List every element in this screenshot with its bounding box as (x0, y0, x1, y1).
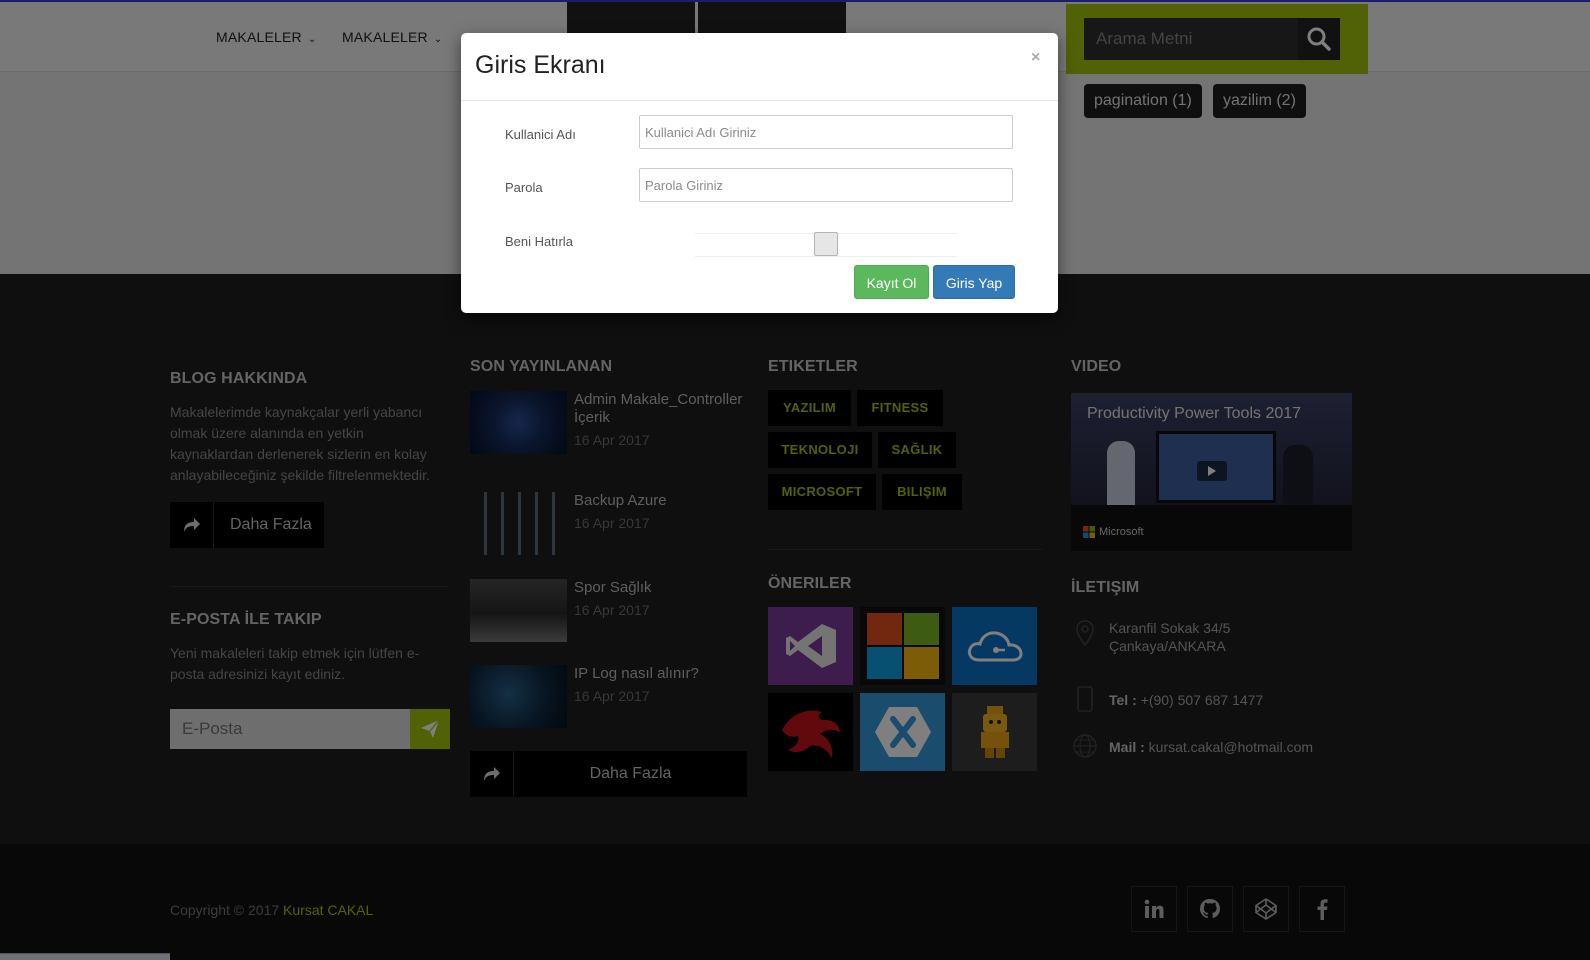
remember-toggle-knob[interactable] (814, 232, 838, 256)
remember-label: Beni Hatırla (505, 234, 573, 249)
login-button[interactable]: Giris Yap (933, 265, 1015, 299)
username-input[interactable] (639, 115, 1013, 149)
register-button[interactable]: Kayıt Ol (854, 265, 929, 299)
modal-header: Giris Ekranı × (461, 33, 1058, 101)
modal-title: Giris Ekranı (475, 51, 606, 79)
password-label: Parola (505, 180, 543, 195)
username-label: Kullanici Adı (505, 127, 576, 142)
login-modal: Giris Ekranı × Kullanici Adı Parola Beni… (461, 33, 1058, 313)
password-input[interactable] (639, 168, 1013, 202)
close-icon[interactable]: × (1031, 49, 1040, 67)
